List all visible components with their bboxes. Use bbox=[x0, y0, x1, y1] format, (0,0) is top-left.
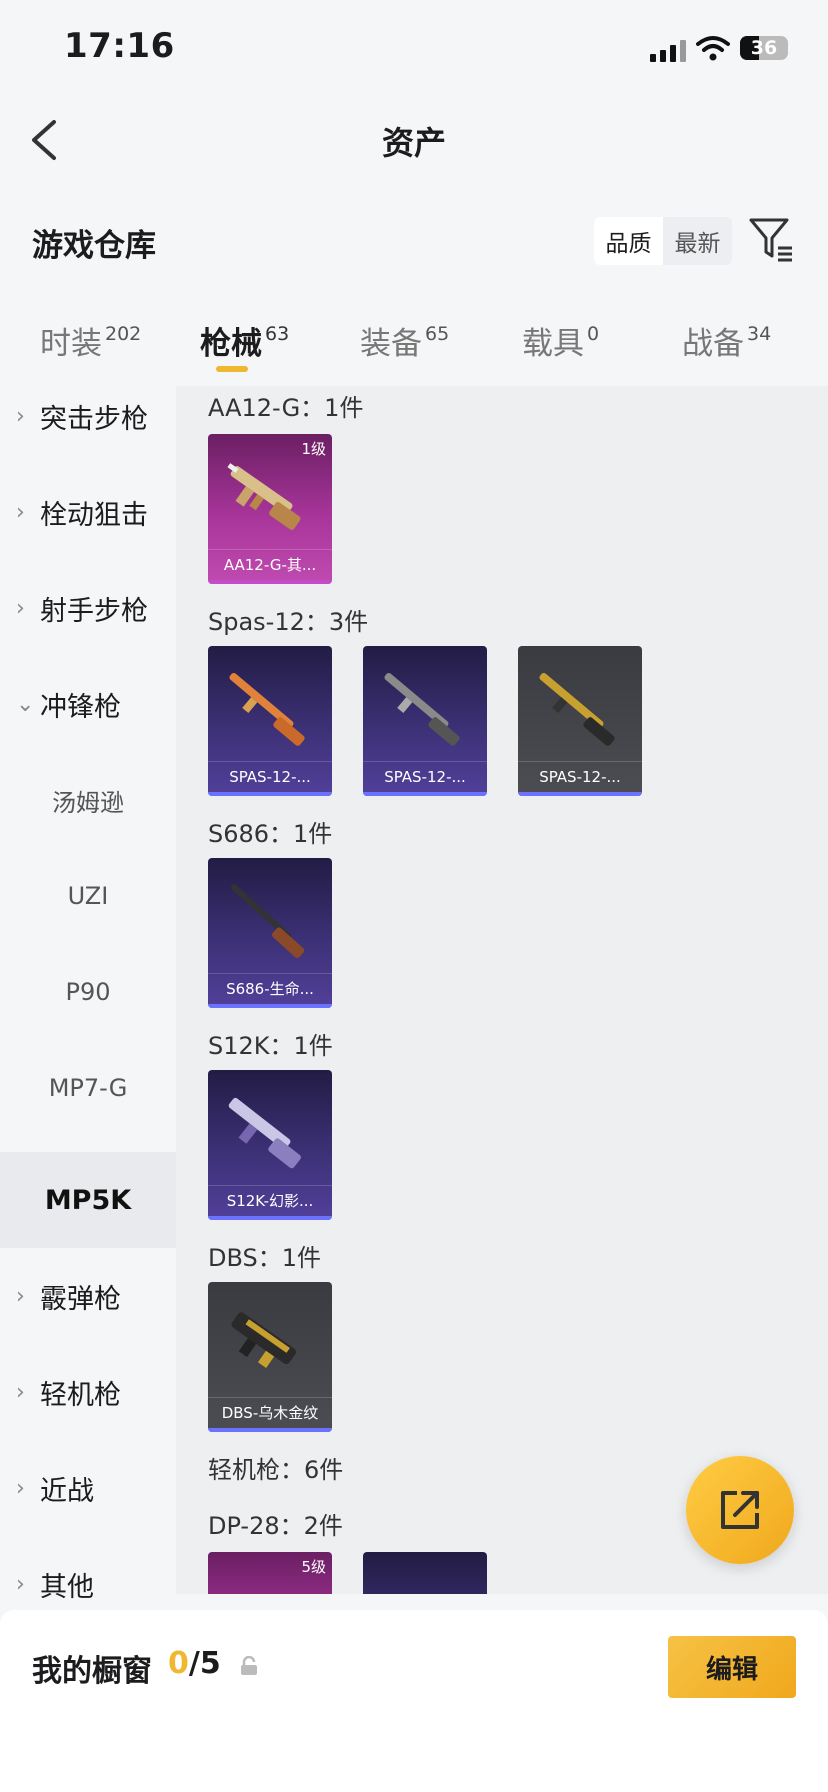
section-title: DP-28：2件 bbox=[208, 1512, 343, 1540]
item-name: S686-生命... bbox=[208, 973, 332, 1004]
chevron-down-icon: ⌄ bbox=[16, 691, 35, 717]
item-card[interactable]: 5级 bbox=[208, 1552, 332, 1594]
section-title: AA12-G：1件 bbox=[208, 394, 364, 422]
level-badge: 5级 bbox=[301, 1558, 326, 1576]
lock-icon bbox=[241, 1656, 257, 1675]
item-name: SPAS-12-... bbox=[518, 761, 642, 792]
chevron-right-icon: › bbox=[16, 1571, 25, 1597]
tab-fashion[interactable]: 时装 202 bbox=[40, 318, 141, 363]
showcase-count: 0/5 bbox=[168, 1646, 221, 1681]
section-title: S12K：1件 bbox=[208, 1032, 333, 1060]
sidebar-item-thompson[interactable]: 汤姆逊 bbox=[0, 752, 176, 848]
chevron-right-icon: › bbox=[16, 595, 25, 621]
item-card[interactable]: SPAS-12-... bbox=[363, 646, 487, 796]
section-title: S686：1件 bbox=[208, 820, 333, 848]
section-title: Spas-12：3件 bbox=[208, 608, 369, 636]
item-card[interactable]: DBS-乌木金纹 bbox=[208, 1282, 332, 1432]
item-card[interactable]: S686-生命... bbox=[208, 858, 332, 1008]
sidebar-item-melee[interactable]: › 近战 bbox=[0, 1440, 176, 1536]
signal-icon bbox=[650, 40, 686, 62]
item-card[interactable]: S12K-幻影... bbox=[208, 1070, 332, 1220]
sidebar-item-lmg[interactable]: › 轻机枪 bbox=[0, 1344, 176, 1440]
item-name: DBS-乌木金纹 bbox=[208, 1397, 332, 1428]
sidebar-item-shotgun[interactable]: › 霰弹枪 bbox=[0, 1248, 176, 1344]
showcase-label: 我的橱窗 bbox=[32, 1654, 152, 1689]
filter-icon[interactable] bbox=[748, 216, 794, 264]
battery-icon: 36 bbox=[740, 36, 788, 60]
item-name: SPAS-12-... bbox=[208, 761, 332, 792]
chevron-right-icon: › bbox=[16, 403, 25, 429]
item-name: SPAS-12-... bbox=[363, 761, 487, 792]
sidebar-item-smg[interactable]: ⌄ 冲锋枪 bbox=[0, 656, 176, 752]
chevron-right-icon: › bbox=[16, 1283, 25, 1309]
tab-supplies[interactable]: 战备 34 bbox=[682, 318, 771, 363]
section-title: 轻机枪：6件 bbox=[208, 1456, 344, 1484]
warehouse-title: 游戏仓库 bbox=[32, 228, 156, 264]
gun-image bbox=[230, 884, 305, 958]
chevron-right-icon: › bbox=[16, 499, 25, 525]
chevron-right-icon: › bbox=[16, 1379, 25, 1405]
sidebar-item-mp5k[interactable]: MP5K bbox=[0, 1152, 176, 1248]
wifi-icon bbox=[696, 36, 730, 61]
item-card[interactable]: SPAS-12-... bbox=[518, 646, 642, 796]
gun-image bbox=[229, 672, 305, 746]
sidebar-item-mp7g[interactable]: MP7-G bbox=[0, 1040, 176, 1136]
gun-image bbox=[228, 1097, 301, 1169]
item-list: AA12-G：1件 1级 AA12-G-其... Spas-12：3件 SPAS… bbox=[176, 386, 828, 1594]
tab-guns[interactable]: 枪械 63 bbox=[200, 318, 289, 363]
battery-level: 36 bbox=[750, 37, 778, 59]
item-card[interactable]: 1级 AA12-G-其... bbox=[208, 434, 332, 584]
tab-vehicles[interactable]: 载具 0 bbox=[522, 318, 599, 363]
item-name: S12K-幻影... bbox=[208, 1185, 332, 1216]
sidebar-item-p90[interactable]: P90 bbox=[0, 944, 176, 1040]
section-title: DBS：1件 bbox=[208, 1244, 322, 1272]
tab-equipment[interactable]: 装备 65 bbox=[360, 318, 449, 363]
gun-image bbox=[227, 463, 301, 530]
sort-quality-button[interactable]: 品质 bbox=[594, 217, 663, 265]
item-name: AA12-G-其... bbox=[208, 549, 332, 580]
sort-latest-button[interactable]: 最新 bbox=[663, 217, 732, 265]
category-sidebar: › 突击步枪 › 栓动狙击 › 射手步枪 ⌄ 冲锋枪 汤姆逊 UZI P90 MP7-G… bbox=[0, 386, 176, 1603]
item-card[interactable] bbox=[363, 1552, 487, 1594]
status-time: 17:16 bbox=[64, 26, 175, 66]
sidebar-item-uzi[interactable]: UZI bbox=[0, 848, 176, 944]
chevron-right-icon: › bbox=[16, 1475, 25, 1501]
share-button[interactable] bbox=[686, 1456, 794, 1564]
gun-image bbox=[231, 1312, 297, 1368]
edit-button[interactable]: 编辑 bbox=[668, 1636, 796, 1698]
page-title: 资产 bbox=[381, 124, 446, 162]
sidebar-item-bolt-sniper[interactable]: › 栓动狙击 bbox=[0, 464, 176, 560]
item-card[interactable]: SPAS-12-... bbox=[208, 646, 332, 796]
gun-image bbox=[539, 672, 615, 746]
sidebar-item-assault-rifle[interactable]: › 突击步枪 bbox=[0, 368, 176, 464]
sort-toggle: 品质 最新 bbox=[594, 217, 732, 265]
gun-image bbox=[384, 672, 460, 746]
external-link-icon bbox=[721, 1491, 759, 1529]
sidebar-item-dmr[interactable]: › 射手步枪 bbox=[0, 560, 176, 656]
active-tab-indicator bbox=[216, 366, 248, 372]
